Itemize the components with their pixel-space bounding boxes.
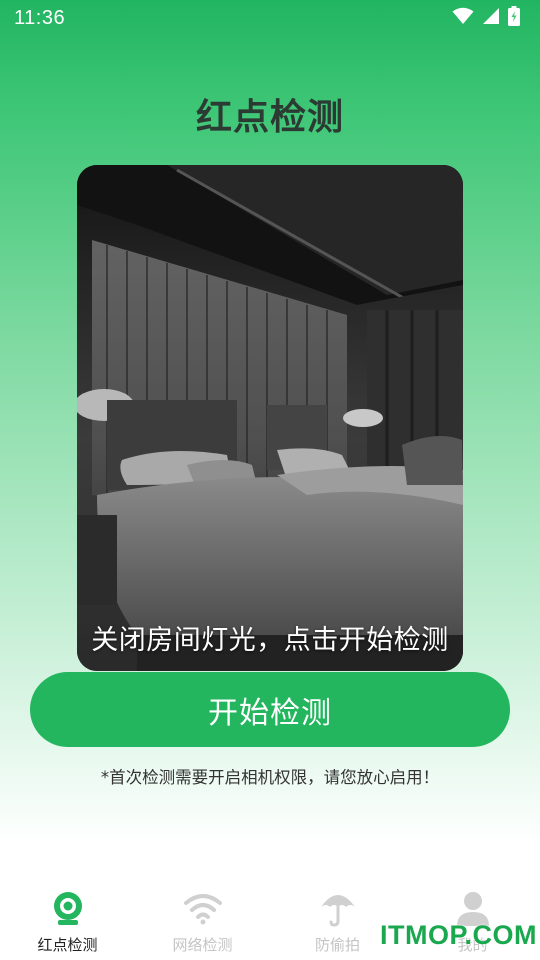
camera-lens-icon xyxy=(48,888,88,928)
tab-network-detection[interactable]: 网络检测 xyxy=(135,880,270,960)
tab-label: 网络检测 xyxy=(172,936,233,954)
watermark: ITMOP.COM xyxy=(380,920,538,950)
start-detection-button[interactable]: 开始检测 xyxy=(30,672,510,747)
signal-icon xyxy=(482,7,500,29)
battery-charging-icon xyxy=(508,6,520,30)
bedroom-illustration xyxy=(77,165,463,671)
umbrella-icon xyxy=(318,888,358,928)
camera-permission-hint: *首次检测需要开启相机权限，请您放心启用！ xyxy=(100,768,440,787)
hero-bedroom-image: 关闭房间灯光，点击开始检测 xyxy=(77,165,463,671)
tab-label: 防偷拍 xyxy=(314,936,360,954)
wifi-icon xyxy=(183,888,223,928)
hero-caption: 关闭房间灯光，点击开始检测 xyxy=(91,625,449,656)
wifi-icon xyxy=(452,7,474,29)
tab-label: 红点检测 xyxy=(37,936,98,954)
status-bar: 11:36 xyxy=(0,0,540,36)
status-icons xyxy=(452,6,520,30)
status-time: 11:36 xyxy=(14,6,66,29)
page-title: 红点检测 xyxy=(195,97,344,138)
tab-red-dot-detection[interactable]: 红点检测 xyxy=(0,880,135,960)
